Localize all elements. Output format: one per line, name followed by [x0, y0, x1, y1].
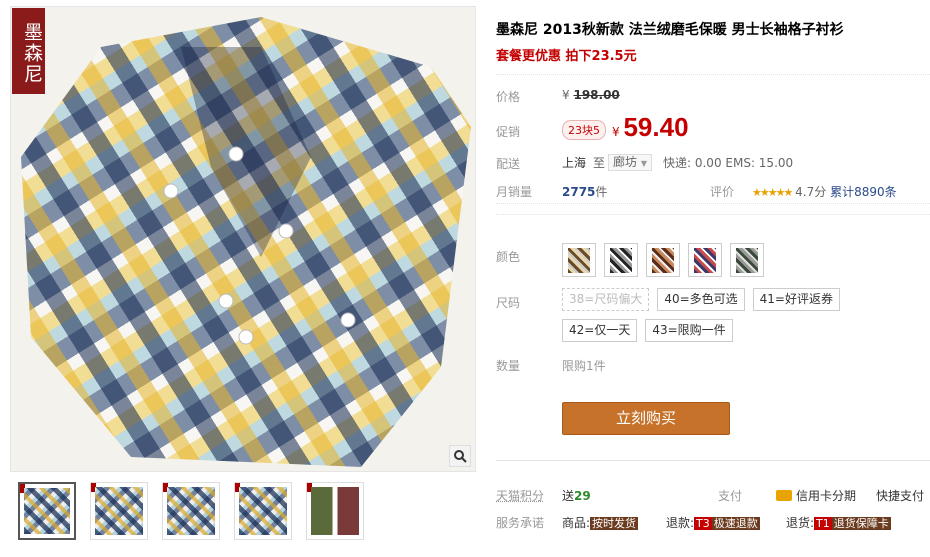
shipping-label: 配送 [496, 157, 521, 171]
service-item3-code: T1 [814, 517, 832, 530]
thumbnail-2[interactable] [90, 482, 148, 540]
service-item2-tag: 极速退款 [711, 517, 760, 530]
sales-count: 2775 [562, 185, 596, 199]
star-rating-icon: ★★★★★ [752, 186, 793, 199]
service-label: 服务承诺 [496, 516, 545, 530]
color-swatch-2[interactable] [604, 243, 638, 277]
original-price: ¥ 198.00 [562, 88, 620, 102]
color-swatch-1[interactable] [562, 243, 596, 277]
quantity-label: 数量 [496, 359, 521, 373]
original-price-value: 198.00 [573, 88, 620, 102]
buy-now-button[interactable]: 立刻购买 [562, 402, 730, 435]
color-swatch-5[interactable] [730, 243, 764, 277]
review-count: 累计8890条 [830, 185, 897, 199]
destination-select[interactable]: 廊坊 ▼ [608, 154, 652, 171]
service-item1-tag: 按时发货 [590, 517, 639, 530]
currency-symbol: ¥ [612, 125, 620, 139]
zoom-icon[interactable] [449, 445, 471, 467]
thumbnail-3[interactable] [162, 482, 220, 540]
pay-label: 支付 [718, 489, 743, 503]
rating-score: 4.7分 [795, 185, 827, 199]
thumbnail-list [18, 482, 364, 548]
service-item2-prefix: 退款: [666, 516, 695, 530]
rating-label: 评价 [710, 185, 735, 199]
quantity-limit: 限购1件 [562, 359, 606, 373]
shirt-outline [11, 7, 475, 471]
size-option-42[interactable]: 42=仅一天 [562, 319, 638, 342]
fast-pay[interactable]: 快捷支付 [876, 487, 924, 504]
monthly-sales: 2775件 [562, 183, 607, 200]
sales-unit: 件 [595, 185, 608, 199]
service-return[interactable]: 退货: T1 退货保障卡 [786, 514, 891, 531]
product-info: 墨森尼 2013秋新款 法兰绒磨毛保暖 男士长袖格子衬衫 套餐更优惠 拍下23.… [496, 0, 930, 557]
size-label: 尺码 [496, 296, 521, 310]
size-options: 38=尺码偏大 40=多色可选 41=好评返券 42=仅一天 43=限购一件 [562, 288, 922, 342]
main-product-image[interactable]: 墨森尼 [10, 6, 476, 472]
size-option-43[interactable]: 43=限购一件 [645, 319, 733, 342]
points-prefix: 送 [562, 489, 575, 503]
divider [496, 460, 930, 461]
brand-tag: 墨森尼 [12, 8, 45, 94]
credit-card-installment[interactable]: 信用卡分期 [776, 487, 856, 504]
chevron-down-icon: ▼ [640, 159, 647, 168]
service-item3-prefix: 退货: [786, 516, 815, 530]
service-item2-code: T3 [694, 517, 712, 530]
service-item1-prefix: 商品: [562, 516, 591, 530]
color-swatch-4[interactable] [688, 243, 722, 277]
currency-symbol: ¥ [562, 88, 570, 102]
points-number: 29 [574, 489, 591, 503]
shipping-fees: 快递: 0.00 EMS: 15.00 [663, 156, 794, 170]
divider [496, 214, 930, 215]
color-label: 颜色 [496, 250, 521, 264]
size-option-41[interactable]: 41=好评返券 [752, 288, 840, 311]
color-swatch-3[interactable] [646, 243, 680, 277]
promo-price-value: 59.40 [623, 112, 689, 142]
product-title: 墨森尼 2013秋新款 法兰绒磨毛保暖 男士长袖格子衬衫 [496, 22, 844, 38]
shipping-from: 上海 [562, 156, 587, 170]
service-shipping[interactable]: 商品: 按时发货 [562, 514, 639, 531]
color-swatches [562, 243, 764, 277]
thumbnail-5[interactable] [306, 482, 364, 540]
points-value: 送29 [562, 487, 591, 504]
price-label: 价格 [496, 90, 521, 104]
service-item3-tag: 退货保障卡 [831, 517, 891, 530]
promo-label: 促销 [496, 125, 521, 139]
credit-card-icon [776, 490, 792, 501]
product-gallery: 墨森尼 [10, 6, 476, 557]
destination-value: 廊坊 [613, 155, 638, 169]
rating[interactable]: ★★★★★ 4.7分 累计8890条 [752, 183, 897, 200]
monthly-sales-label: 月销量 [496, 185, 533, 199]
points-label[interactable]: 天猫积分 [496, 487, 544, 504]
shipping-to-word: 至 [593, 156, 606, 170]
service-refund[interactable]: 退款: T3 极速退款 [666, 514, 760, 531]
product-subtitle: 套餐更优惠 拍下23.5元 [496, 49, 637, 64]
size-option-38[interactable]: 38=尺码偏大 [562, 288, 650, 311]
size-option-40[interactable]: 40=多色可选 [657, 288, 745, 311]
credit-card-label: 信用卡分期 [796, 489, 857, 503]
thumbnail-1[interactable] [18, 482, 76, 540]
thumbnail-4[interactable] [234, 482, 292, 540]
promo-badge: 23块5 [562, 120, 606, 140]
promo-price: ¥ 59.40 [612, 112, 689, 143]
